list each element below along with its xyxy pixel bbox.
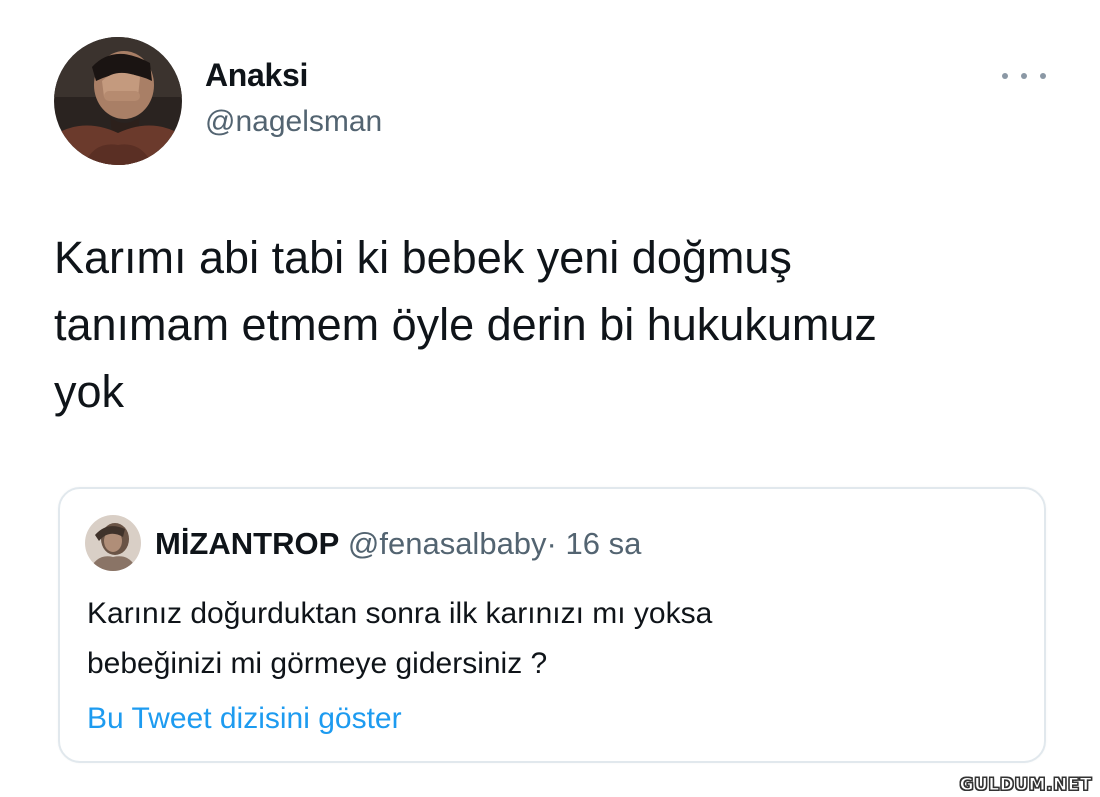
quoted-tweet-text: Karınız doğurduktan sonra ilk karınızı m…: [87, 597, 713, 680]
author-display-name[interactable]: Anaksi: [205, 56, 308, 94]
quoted-tweet-card[interactable]: MİZANTROP @fenasalbaby· 16 sa Karınız do…: [58, 487, 1046, 763]
more-horizontal-icon-dot: [1021, 73, 1027, 79]
watermark: GULDUM.NET: [959, 775, 1092, 796]
quoted-tweet-header: MİZANTROP @fenasalbaby· 16 sa: [155, 525, 641, 563]
author-avatar[interactable]: [54, 37, 182, 165]
quoted-author-handle[interactable]: @fenasalbaby: [348, 526, 547, 561]
more-horizontal-icon-dot: [1040, 73, 1046, 79]
tweet-text: Karımı abi tabi ki bebek yeni doğmuş tan…: [54, 232, 877, 417]
quoted-author-avatar[interactable]: [85, 515, 141, 571]
avatar-small-icon: [85, 515, 141, 571]
separator-dot: ·: [546, 526, 557, 561]
show-thread-link[interactable]: Bu Tweet dizisini göster: [87, 699, 402, 739]
avatar-person-icon: [54, 37, 182, 165]
quoted-tweet-timestamp[interactable]: 16 sa: [566, 526, 642, 561]
more-horizontal-icon: [1002, 73, 1008, 79]
quoted-author-display-name[interactable]: MİZANTROP: [155, 526, 339, 561]
author-handle[interactable]: @nagelsman: [205, 104, 382, 140]
more-options-button[interactable]: [1002, 64, 1046, 88]
